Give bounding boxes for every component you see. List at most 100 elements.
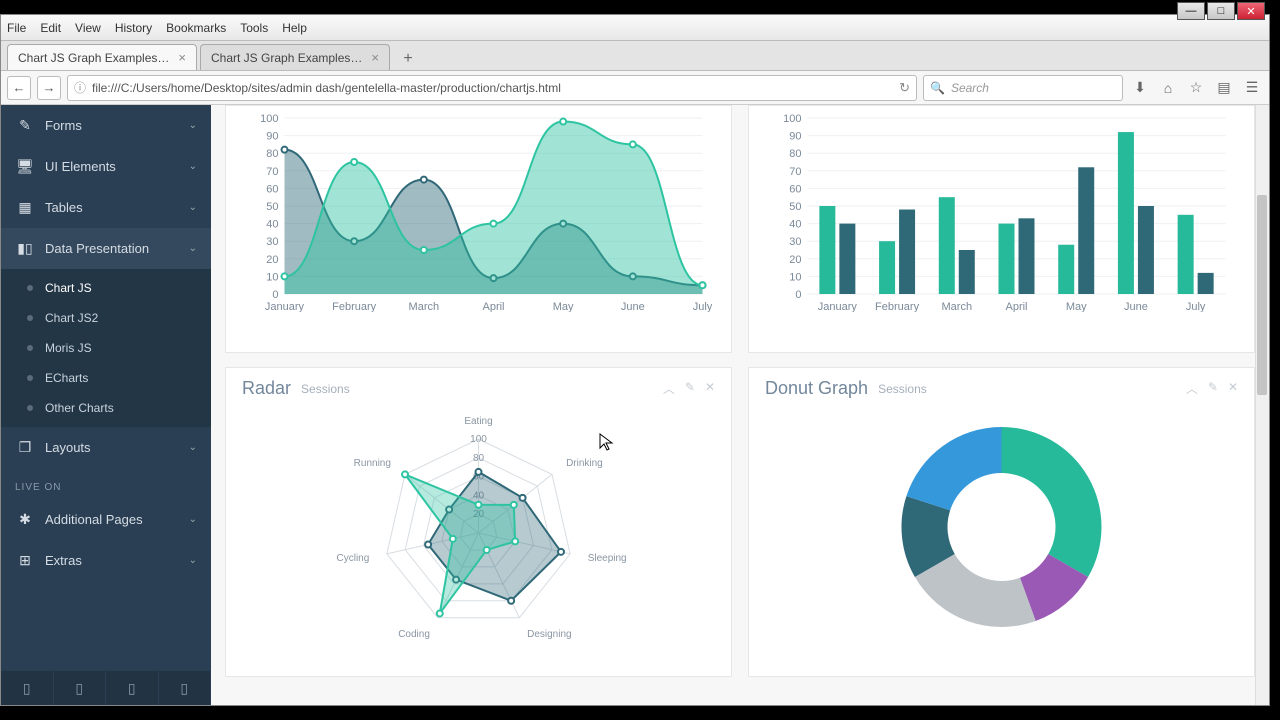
svg-text:60: 60 xyxy=(789,183,801,195)
svg-text:40: 40 xyxy=(789,219,801,231)
sidebar-sub-chartjs2[interactable]: Chart JS2 xyxy=(1,303,211,333)
svg-text:90: 90 xyxy=(789,131,801,143)
browser-window: — □ ✕ File Edit View History Bookmarks T… xyxy=(0,14,1270,706)
footer-settings-icon[interactable]: ▯ xyxy=(1,671,54,705)
tab-chartjs[interactable]: Chart JS Graph Examples | Gent... × xyxy=(7,44,197,70)
search-icon: 🔍 xyxy=(930,81,945,95)
sidebar-item-additional[interactable]: ✱ Additional Pages ⌄ xyxy=(1,499,211,540)
svg-text:March: March xyxy=(942,301,973,312)
menu-view[interactable]: View xyxy=(75,21,101,35)
svg-text:January: January xyxy=(818,301,858,312)
svg-text:March: March xyxy=(409,301,440,312)
menu-help[interactable]: Help xyxy=(282,21,307,35)
sidebar-item-data-presentation[interactable]: ▮▯ Data Presentation ⌄ xyxy=(1,228,211,269)
edit-icon: ✎ xyxy=(15,117,35,134)
svg-text:20: 20 xyxy=(789,254,801,266)
footer-lock-icon[interactable]: ▯ xyxy=(106,671,159,705)
windows-icon: ⊞ xyxy=(15,552,35,569)
downloads-icon[interactable]: ⬇ xyxy=(1129,77,1151,99)
svg-text:May: May xyxy=(553,301,574,312)
scrollbar-thumb[interactable] xyxy=(1257,195,1267,395)
sidebar-item-layouts[interactable]: ❐ Layouts ⌄ xyxy=(1,427,211,468)
window-close-button[interactable]: ✕ xyxy=(1237,2,1265,20)
back-button[interactable]: ← xyxy=(7,76,31,100)
svg-text:30: 30 xyxy=(789,236,801,248)
hamburger-icon[interactable]: ☰ xyxy=(1241,77,1263,99)
svg-text:30: 30 xyxy=(266,236,278,248)
menu-file[interactable]: File xyxy=(7,21,26,35)
home-icon[interactable]: ⌂ xyxy=(1157,77,1179,99)
radar-chart: 20406080100EatingDrinkingSleepingDesigni… xyxy=(242,407,715,647)
sidebar-sub-other[interactable]: Other Charts xyxy=(1,393,211,423)
svg-text:10: 10 xyxy=(266,271,278,283)
svg-text:February: February xyxy=(875,301,920,312)
tab-chartjs2[interactable]: Chart JS Graph Examples Part 2 ... × xyxy=(200,44,390,70)
menu-history[interactable]: History xyxy=(115,21,152,35)
new-tab-button[interactable]: + xyxy=(397,48,419,70)
sidebar-item-forms[interactable]: ✎ Forms ⌄ xyxy=(1,105,211,146)
sidebar: ✎ Forms ⌄ 🖥 UI Elements ⌄ ▦ Tables ⌄ ▮▯ … xyxy=(1,105,211,705)
menu-edit[interactable]: Edit xyxy=(40,21,61,35)
reload-icon[interactable]: ↻ xyxy=(899,80,910,96)
menu-bookmarks[interactable]: Bookmarks xyxy=(166,21,226,35)
panel-title: Radar xyxy=(242,378,291,399)
bug-icon: ✱ xyxy=(15,511,35,528)
svg-text:April: April xyxy=(1005,301,1027,312)
chevron-down-icon: ⌄ xyxy=(189,555,197,566)
svg-text:50: 50 xyxy=(266,201,278,213)
tab-label: Chart JS Graph Examples | Gent... xyxy=(18,51,172,65)
panel-radar: Radar Sessions ︿ ✎ ✕ 20406080100EatingDr… xyxy=(225,367,732,677)
table-icon: ▦ xyxy=(15,199,35,216)
svg-text:Drinking: Drinking xyxy=(566,458,603,469)
svg-text:70: 70 xyxy=(789,166,801,178)
menu-bar: File Edit View History Bookmarks Tools H… xyxy=(1,15,1269,41)
sidebar-label: Tables xyxy=(45,200,83,215)
sidebar-sub-echarts[interactable]: ECharts xyxy=(1,363,211,393)
panel-close-icon[interactable]: ✕ xyxy=(705,380,715,397)
address-bar: ← → ⓘ file:///C:/Users/home/Desktop/site… xyxy=(1,71,1269,105)
svg-text:Coding: Coding xyxy=(398,629,430,640)
svg-text:July: July xyxy=(1186,301,1206,312)
sidebar-section-label: LIVE ON xyxy=(1,468,211,499)
svg-text:June: June xyxy=(621,301,645,312)
svg-text:60: 60 xyxy=(266,183,278,195)
scrollbar[interactable] xyxy=(1255,105,1269,705)
svg-text:0: 0 xyxy=(272,289,278,301)
chevron-down-icon: ⌄ xyxy=(189,202,197,213)
sidebar-footer: ▯ ▯ ▯ ▯ xyxy=(1,671,211,705)
search-input[interactable]: 🔍 Search xyxy=(923,75,1123,101)
panel-collapse-icon[interactable]: ︿ xyxy=(1186,380,1198,397)
footer-logout-icon[interactable]: ▯ xyxy=(159,671,212,705)
url-input[interactable]: ⓘ file:///C:/Users/home/Desktop/sites/ad… xyxy=(67,75,917,101)
svg-text:Eating: Eating xyxy=(464,416,492,427)
forward-button[interactable]: → xyxy=(37,76,61,100)
line-chart: 0102030405060708090100JanuaryFebruaryMar… xyxy=(242,112,715,312)
menu-tools[interactable]: Tools xyxy=(240,21,268,35)
sidebar-item-ui[interactable]: 🖥 UI Elements ⌄ xyxy=(1,146,211,187)
clone-icon: ❐ xyxy=(15,439,35,456)
window-maximize-button[interactable]: □ xyxy=(1207,2,1235,20)
library-icon[interactable]: ▤ xyxy=(1213,77,1235,99)
tab-close-icon[interactable]: × xyxy=(178,50,186,65)
svg-text:Running: Running xyxy=(354,458,391,469)
svg-text:10: 10 xyxy=(789,271,801,283)
panel-collapse-icon[interactable]: ︿ xyxy=(663,380,675,397)
svg-text:May: May xyxy=(1066,301,1087,312)
panel-settings-icon[interactable]: ✎ xyxy=(1208,380,1218,397)
sidebar-item-tables[interactable]: ▦ Tables ⌄ xyxy=(1,187,211,228)
search-placeholder: Search xyxy=(951,81,989,95)
window-minimize-button[interactable]: — xyxy=(1177,2,1205,20)
panel-donut: Donut Graph Sessions ︿ ✎ ✕ xyxy=(748,367,1255,677)
panel-close-icon[interactable]: ✕ xyxy=(1228,380,1238,397)
chevron-down-icon: ⌄ xyxy=(189,514,197,525)
sidebar-sub-chartjs[interactable]: Chart JS xyxy=(1,273,211,303)
svg-text:Designing: Designing xyxy=(527,629,571,640)
sidebar-item-extras[interactable]: ⊞ Extras ⌄ xyxy=(1,540,211,581)
footer-fullscreen-icon[interactable]: ▯ xyxy=(54,671,107,705)
tab-close-icon[interactable]: × xyxy=(371,50,379,65)
bookmark-icon[interactable]: ☆ xyxy=(1185,77,1207,99)
sidebar-sub-moris[interactable]: Moris JS xyxy=(1,333,211,363)
tab-bar: Chart JS Graph Examples | Gent... × Char… xyxy=(1,41,1269,71)
globe-icon: ⓘ xyxy=(74,79,86,96)
panel-settings-icon[interactable]: ✎ xyxy=(685,380,695,397)
